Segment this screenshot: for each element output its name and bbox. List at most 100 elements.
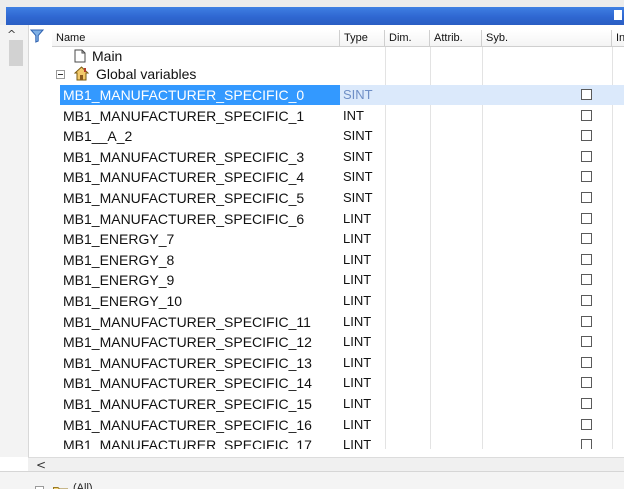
variable-row[interactable]: MB1_MANUFACTURER_SPECIFIC_17 LINT [52, 435, 624, 449]
variable-type-cell: LINT [340, 373, 385, 393]
variable-row[interactable]: MB1_ENERGY_8 LINT [52, 250, 624, 270]
syb-checkbox[interactable] [581, 295, 592, 306]
syb-checkbox[interactable] [581, 356, 592, 368]
syb-checkbox[interactable] [581, 439, 592, 449]
bottom-tree-label: (All) [73, 482, 93, 489]
variable-row[interactable]: MB1_MANUFACTURER_SPECIFIC_3 SINT [52, 147, 624, 167]
variable-type: LINT [343, 210, 372, 226]
variable-type-cell: LINT [340, 229, 385, 249]
variable-type: LINT [343, 231, 372, 247]
variable-type-cell: LINT [340, 353, 385, 373]
variable-name: MB1_MANUFACTURER_SPECIFIC_15 [63, 396, 312, 412]
title-bar [0, 0, 624, 25]
left-gutter [0, 25, 29, 457]
syb-checkbox[interactable] [581, 377, 592, 389]
variable-type-cell: SINT [340, 167, 385, 187]
variable-name: MB1_MANUFACTURER_SPECIFIC_3 [63, 148, 305, 165]
variable-type-cell: SINT [340, 126, 385, 146]
variable-type: LINT [343, 416, 372, 432]
scroll-left-icon[interactable]: < [36, 458, 46, 472]
syb-checkbox[interactable] [581, 315, 592, 327]
variable-type-cell: LINT [340, 312, 385, 332]
variable-row[interactable]: MB1_MANUFACTURER_SPECIFIC_1 INT [52, 106, 624, 126]
variable-type-cell: LINT [340, 332, 385, 352]
variable-row[interactable]: MB1__A_2 SINT [52, 126, 624, 146]
variable-type-cell: LINT [340, 209, 385, 229]
variable-name: MB1_ENERGY_8 [63, 251, 175, 268]
syb-checkbox[interactable] [581, 233, 592, 245]
variable-name: MB1_MANUFACTURER_SPECIFIC_12 [63, 334, 312, 351]
variable-row[interactable]: MB1_MANUFACTURER_SPECIFIC_13 LINT [52, 353, 624, 373]
variable-row[interactable]: MB1_MANUFACTURER_SPECIFIC_12 LINT [52, 332, 624, 352]
column-header: Name Type Dim. Attrib. Syb. In [52, 30, 624, 47]
variable-type-cell: LINT [340, 435, 385, 449]
column-header-in[interactable]: In [612, 30, 624, 46]
variables-window: ^ Name Type Dim. Attrib. Syb. In Main Gl… [0, 0, 624, 489]
variable-name: MB1_MANUFACTURER_SPECIFIC_13 [63, 354, 312, 371]
tree-item-label: Global variables [96, 66, 197, 82]
syb-checkbox[interactable] [581, 130, 592, 142]
variable-type-cell: LINT [340, 250, 385, 270]
column-header-type[interactable]: Type [340, 30, 385, 46]
column-header-name[interactable]: Name [52, 30, 340, 46]
variable-type-cell: LINT [340, 270, 385, 290]
variable-type: LINT [343, 375, 372, 391]
syb-checkbox[interactable] [581, 274, 592, 286]
variable-row[interactable]: MB1_MANUFACTURER_SPECIFIC_15 LINT [52, 394, 624, 414]
syb-checkbox[interactable] [581, 253, 592, 265]
variable-name: MB1_MANUFACTURER_SPECIFIC_5 [63, 190, 305, 206]
variable-row[interactable]: MB1_MANUFACTURER_SPECIFIC_14 LINT [52, 373, 624, 393]
variable-type: SINT [343, 128, 373, 144]
syb-checkbox[interactable] [581, 336, 592, 348]
variable-row[interactable]: MB1_ENERGY_9 LINT [52, 270, 624, 290]
variable-row[interactable]: MB1_MANUFACTURER_SPECIFIC_4 SINT [52, 167, 624, 187]
variable-type: LINT [343, 354, 372, 370]
syb-checkbox[interactable] [581, 109, 592, 121]
syb-checkbox[interactable] [581, 150, 592, 162]
variable-name: MB1_MANUFACTURER_SPECIFIC_0 [60, 85, 340, 105]
syb-checkbox[interactable] [581, 418, 592, 430]
column-header-attrib[interactable]: Attrib. [430, 30, 482, 46]
variable-type: LINT [343, 251, 372, 267]
variable-row[interactable]: MB1_ENERGY_10 LINT [52, 291, 624, 311]
variable-name: MB1_ENERGY_7 [63, 231, 175, 248]
variable-name: MB1_MANUFACTURER_SPECIFIC_17 [63, 437, 312, 449]
variable-row[interactable]: MB1_MANUFACTURER_SPECIFIC_0 SINT [52, 85, 624, 105]
tree-item-main[interactable]: Main [52, 47, 624, 65]
variable-type-cell: SINT [340, 147, 385, 167]
variable-row[interactable]: MB1_MANUFACTURER_SPECIFIC_11 LINT [52, 312, 624, 332]
variable-type-cell: LINT [340, 415, 385, 435]
variable-type: LINT [343, 437, 372, 449]
variable-name: MB1_MANUFACTURER_SPECIFIC_6 [63, 210, 305, 227]
gutter-scroll-thumb[interactable] [9, 40, 23, 66]
variable-type: LINT [343, 313, 372, 329]
horizontal-scrollbar[interactable]: < [28, 457, 624, 472]
column-header-syb[interactable]: Syb. [482, 30, 612, 46]
variable-type: LINT [343, 293, 372, 308]
collapse-toggle[interactable] [56, 70, 65, 79]
variable-type: LINT [343, 272, 372, 288]
syb-checkbox[interactable] [581, 212, 592, 224]
syb-checkbox[interactable] [581, 89, 592, 100]
filter-icon[interactable] [30, 29, 44, 43]
collapse-caret-icon[interactable]: ^ [7, 29, 17, 40]
variable-row[interactable]: MB1_MANUFACTURER_SPECIFIC_16 LINT [52, 415, 624, 435]
syb-checkbox[interactable] [581, 398, 592, 409]
variable-type-cell: LINT [340, 291, 385, 311]
syb-checkbox[interactable] [581, 171, 592, 183]
syb-checkbox[interactable] [581, 192, 592, 203]
tree-item-global-variables[interactable]: Global variables [52, 65, 624, 83]
tree-item-label: Main [92, 48, 123, 64]
variable-row[interactable]: MB1_ENERGY_7 LINT [52, 229, 624, 249]
variable-row[interactable]: MB1_MANUFACTURER_SPECIFIC_5 SINT [52, 188, 624, 208]
variable-name: MB1_MANUFACTURER_SPECIFIC_14 [63, 375, 312, 392]
variable-type-cell: SINT [340, 85, 385, 105]
variable-name: MB1_ENERGY_10 [63, 293, 183, 309]
variable-name: MB1__A_2 [63, 128, 133, 145]
variable-row[interactable]: MB1_MANUFACTURER_SPECIFIC_6 LINT [52, 209, 624, 229]
variable-type: SINT [343, 148, 373, 164]
variable-type-cell: LINT [340, 394, 385, 414]
column-header-dim[interactable]: Dim. [385, 30, 430, 46]
variable-name: MB1_MANUFACTURER_SPECIFIC_16 [63, 416, 312, 433]
variable-name: MB1_MANUFACTURER_SPECIFIC_11 [63, 313, 311, 330]
